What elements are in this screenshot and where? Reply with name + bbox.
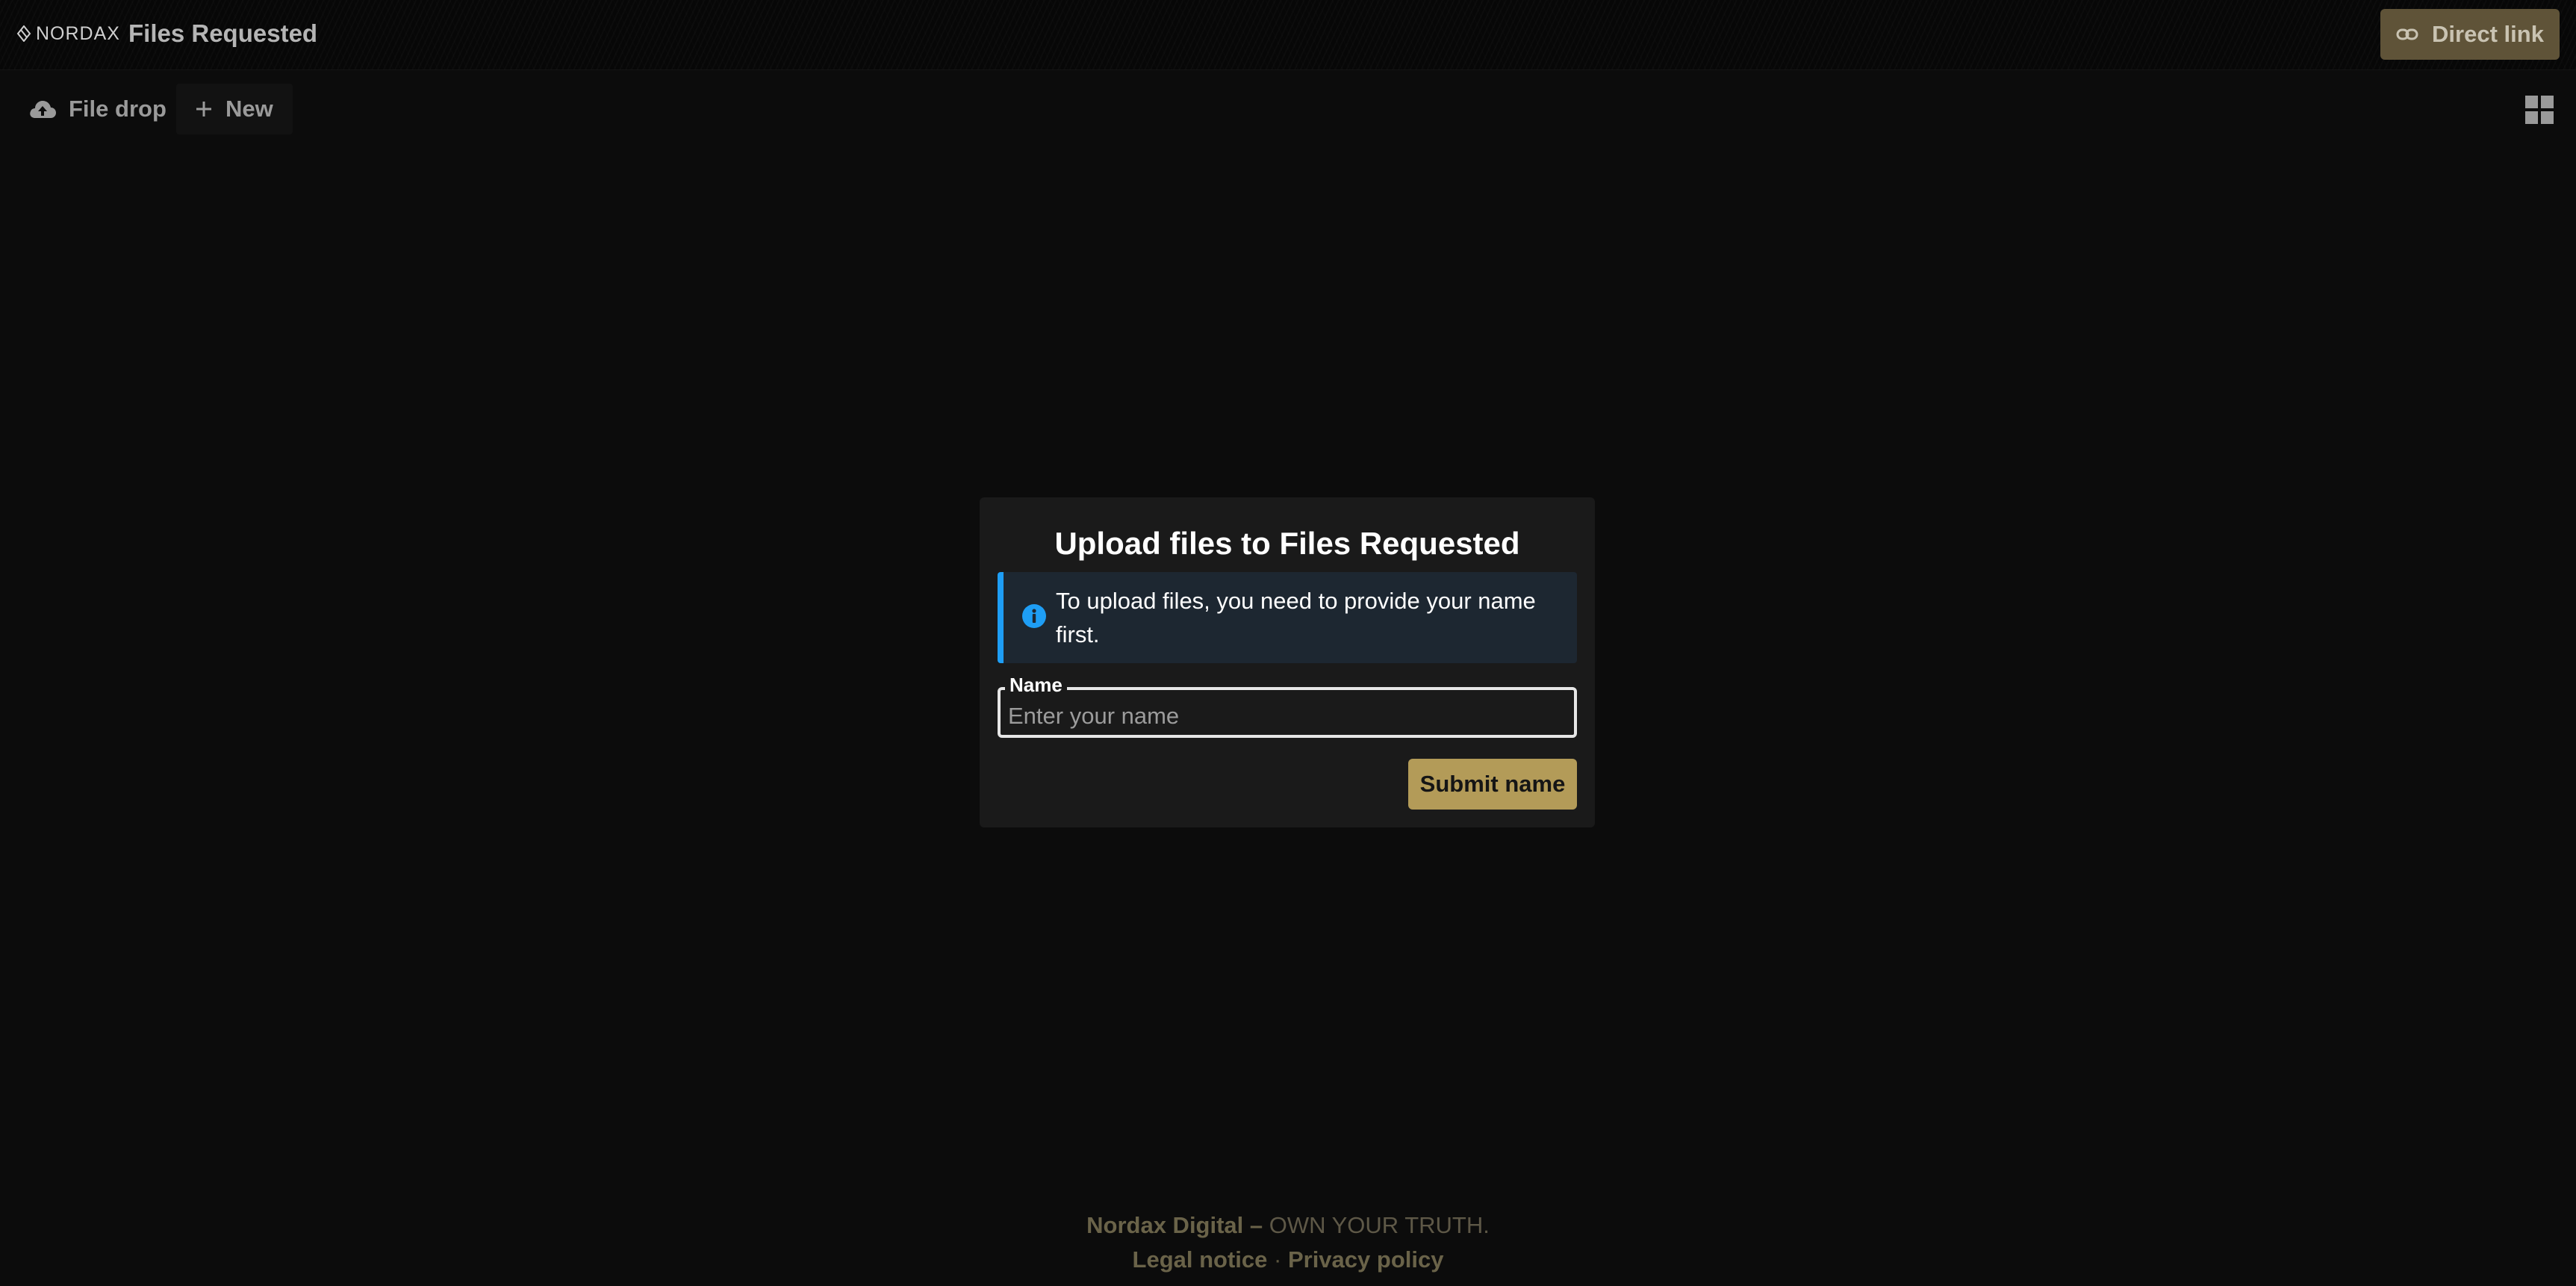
footer: Nordax Digital – OWN YOUR TRUTH. Legal n… (0, 1208, 2576, 1277)
link-icon (2396, 28, 2418, 40)
footer-links: Legal notice · Privacy policy (0, 1243, 2576, 1277)
info-alert: To upload files, you need to provide you… (998, 572, 1577, 663)
footer-separator: – (1243, 1212, 1269, 1238)
footer-dot: · (1267, 1246, 1288, 1273)
legal-notice-link[interactable]: Legal notice (1133, 1246, 1268, 1273)
new-label: New (225, 96, 273, 122)
privacy-policy-link[interactable]: Privacy policy (1288, 1246, 1444, 1273)
logo-text: NORDAX (36, 22, 120, 44)
direct-link-label: Direct link (2432, 21, 2544, 47)
footer-tagline: OWN YOUR TRUTH. (1269, 1212, 1490, 1238)
grid-view-icon[interactable] (2525, 96, 2554, 128)
nordax-logo: NORDAX (16, 22, 120, 45)
new-button[interactable]: New (176, 84, 293, 134)
top-header: NORDAX Files Requested Direct link (0, 0, 2576, 70)
plus-icon (196, 102, 211, 117)
name-field-label: Name (1005, 674, 1067, 697)
file-drop-button[interactable]: File drop (28, 84, 167, 134)
footer-company: Nordax Digital (1086, 1212, 1244, 1238)
footer-tagline-line: Nordax Digital – OWN YOUR TRUTH. (0, 1208, 2576, 1243)
page-title: Files Requested (128, 19, 318, 47)
cloud-upload-icon (30, 101, 56, 118)
name-input[interactable] (998, 687, 1577, 738)
alert-message: To upload files, you need to provide you… (1056, 588, 1536, 647)
logo-mark-icon (16, 25, 31, 42)
direct-link-button[interactable]: Direct link (2380, 9, 2560, 60)
upload-title: Upload files to Files Requested (1054, 526, 1520, 561)
submit-name-button[interactable]: Submit name (1408, 759, 1577, 810)
upload-card: Upload files to Files Requested To uploa… (980, 497, 1595, 827)
file-drop-label: File drop (69, 96, 167, 122)
info-icon (1022, 604, 1046, 628)
